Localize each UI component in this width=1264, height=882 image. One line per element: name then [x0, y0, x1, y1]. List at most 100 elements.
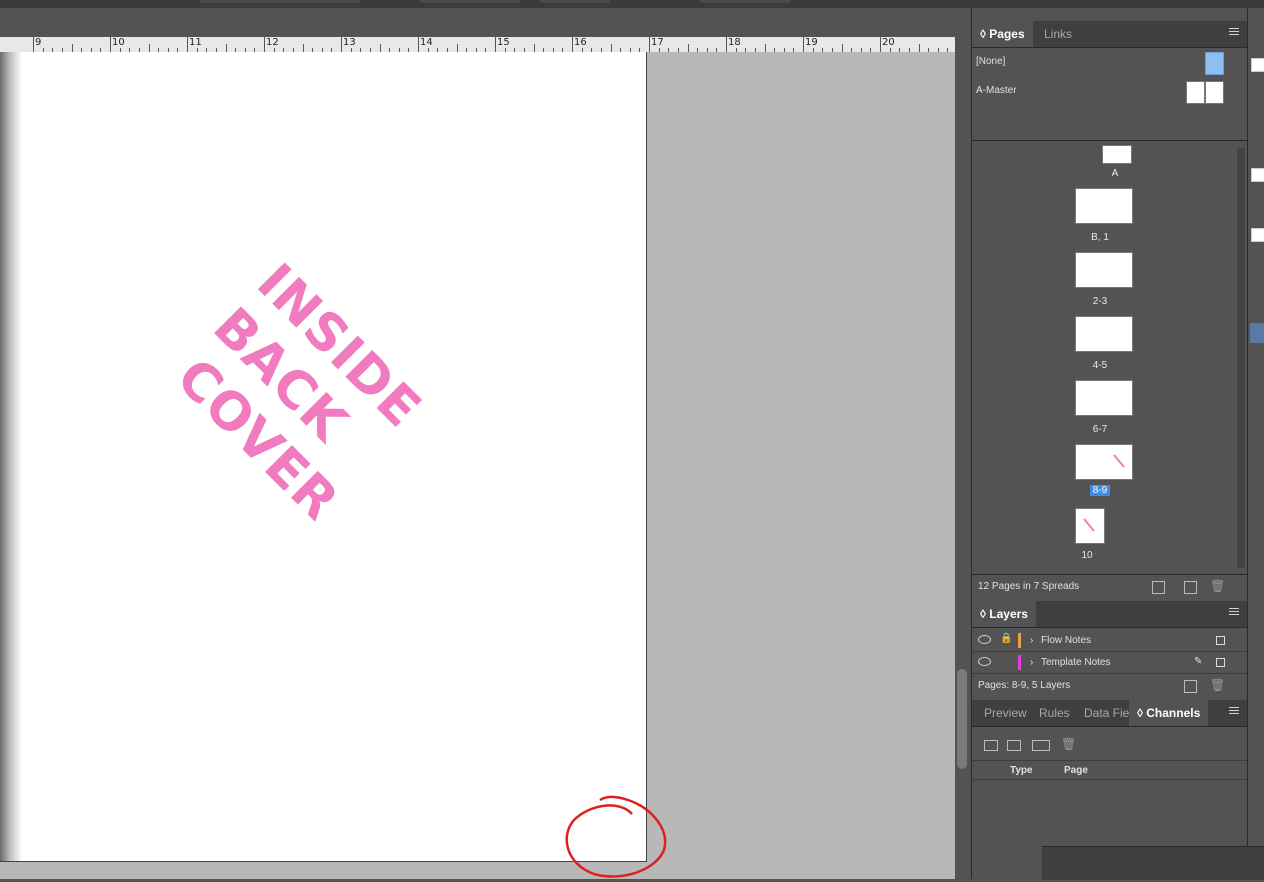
delete-channel-icon[interactable]: 🗑 — [1061, 737, 1076, 751]
ruler-major-tick — [649, 37, 650, 52]
channels-panel-tabs: Preview Rules Data Fie ◊ Channels — [972, 700, 1247, 727]
channels-divider — [972, 760, 1247, 761]
layers-panel-tabs: ◊ Layers — [972, 601, 1247, 628]
text-channel-icon[interactable] — [984, 740, 998, 751]
column-page[interactable]: Page — [1064, 765, 1088, 776]
document-page[interactable]: INSIDE BACK COVER — [0, 52, 647, 862]
pencil-icon: ✎ — [1194, 656, 1203, 667]
edit-page-size-icon[interactable] — [1152, 581, 1165, 594]
pages-scrollbar[interactable] — [1237, 148, 1245, 568]
ruler-minor-tick — [225, 44, 227, 52]
panels-dock: ◊ Pages Links [None] A-Master A B, 1 2-3… — [971, 8, 1247, 879]
layers-status: Pages: 8-9, 5 Layers — [978, 680, 1071, 691]
lock-icon[interactable]: 🔒 — [1000, 633, 1012, 644]
ruler-minor-tick — [841, 44, 843, 52]
tab-channels[interactable]: ◊ Channels — [1129, 700, 1209, 726]
collapsed-panel-group[interactable] — [1042, 846, 1264, 880]
ruler-minor-tick — [148, 44, 150, 52]
spread-thumb-b1[interactable] — [1075, 188, 1133, 224]
ruler-major-tick — [803, 37, 804, 52]
selected-item-highlight[interactable] — [1250, 323, 1264, 343]
new-layer-icon[interactable] — [1184, 680, 1197, 693]
delete-layer-icon[interactable]: 🗑 — [1210, 678, 1225, 692]
ruler-major-tick — [726, 37, 727, 52]
spread-thumb-8-9[interactable] — [1075, 444, 1133, 480]
ruler-minor-tick — [379, 44, 381, 52]
control-strip — [0, 8, 970, 37]
stroke-swatch-icon[interactable] — [1251, 58, 1264, 72]
master-none-label[interactable]: [None] — [976, 56, 1005, 67]
panel-menu-icon[interactable] — [1229, 28, 1239, 38]
toolbar-segment — [540, 0, 610, 3]
layer-target-square[interactable] — [1216, 658, 1225, 667]
secondary-panel-strip — [1247, 8, 1264, 879]
channels-menu-icon[interactable] — [1229, 707, 1239, 717]
master-a-thumbnail-right[interactable] — [1205, 81, 1224, 104]
spread-label-6-7: 6-7 — [1092, 424, 1108, 435]
ruler-label: 10 — [112, 37, 125, 48]
ruler-label: 12 — [266, 37, 279, 48]
pasteboard[interactable]: INSIDE BACK COVER — [0, 52, 955, 879]
spread-label-10: 10 — [1081, 550, 1093, 561]
ruler-label: 14 — [420, 37, 433, 48]
horizontal-ruler[interactable]: 9 10 11 12 13 14 15 16 17 18 19 20 — [0, 37, 955, 53]
layer-name[interactable]: Template Notes — [1041, 657, 1110, 668]
spread-label-b1: B, 1 — [1091, 232, 1109, 243]
spread-label-8-9[interactable]: 8-9 — [1070, 485, 1130, 496]
layer-row-template-notes[interactable]: › Template Notes ✎ — [972, 652, 1247, 674]
ruler-label: 16 — [574, 37, 587, 48]
toolbar-segment — [420, 0, 520, 3]
spread-thumb-6-7[interactable] — [1075, 380, 1133, 416]
ruler-label: 9 — [35, 37, 42, 48]
pages-divider[interactable] — [972, 140, 1247, 141]
expand-chevron-icon[interactable]: › — [1030, 657, 1033, 668]
ruler-major-tick — [572, 37, 573, 52]
scrollbar-thumb[interactable] — [957, 669, 967, 769]
master-none-thumbnail[interactable] — [1205, 52, 1224, 75]
ruler-major-tick — [187, 37, 188, 52]
layer-row-flow-notes[interactable]: 🔒 › Flow Notes — [972, 630, 1247, 652]
spread-label-a: A — [1111, 168, 1119, 179]
ruler-major-tick — [495, 37, 496, 52]
fill-swatch-icon[interactable] — [1251, 168, 1264, 182]
tab-layers[interactable]: ◊ Layers — [972, 601, 1036, 627]
ruler-label: 19 — [805, 37, 818, 48]
remove-channel-icon[interactable] — [1032, 740, 1050, 751]
layer-color-swatch — [1018, 655, 1021, 670]
swatch-icon[interactable] — [1251, 228, 1264, 242]
pages-status: 12 Pages in 7 Spreads — [978, 581, 1080, 592]
ruler-major-tick — [33, 37, 34, 52]
new-page-icon[interactable] — [1184, 581, 1197, 594]
expand-chevron-icon[interactable]: › — [1030, 635, 1033, 646]
layers-menu-icon[interactable] — [1229, 608, 1239, 618]
tab-preview[interactable]: Preview — [976, 700, 1035, 726]
eye-icon[interactable] — [978, 635, 991, 644]
tab-pages[interactable]: ◊ Pages — [972, 21, 1033, 47]
eye-icon[interactable] — [978, 657, 991, 666]
master-a-label[interactable]: A-Master — [976, 85, 1017, 96]
channels-header-divider — [972, 779, 1247, 780]
tab-links[interactable]: Links — [1036, 21, 1080, 47]
layer-target-square[interactable] — [1216, 636, 1225, 645]
ruler-minor-tick — [687, 44, 689, 52]
spread-label-4-5: 4-5 — [1092, 360, 1108, 371]
tab-rules[interactable]: Rules — [1031, 700, 1078, 726]
pages-panel-tabs: ◊ Pages Links — [972, 21, 1247, 48]
email-channel-icon[interactable] — [1007, 740, 1021, 751]
spread-thumb-4-5[interactable] — [1075, 316, 1133, 352]
vertical-scrollbar[interactable] — [955, 37, 970, 879]
delete-page-icon[interactable]: 🗑 — [1210, 579, 1225, 593]
column-type[interactable]: Type — [1010, 765, 1033, 776]
ruler-minor-tick — [71, 44, 73, 52]
ruler-label: 15 — [497, 37, 510, 48]
spread-thumb-a[interactable] — [1102, 145, 1132, 164]
spread-thumb-10[interactable] — [1075, 508, 1105, 544]
spread-thumb-2-3[interactable] — [1075, 252, 1133, 288]
ruler-major-tick — [264, 37, 265, 52]
page-watermark[interactable]: INSIDE BACK COVER — [157, 252, 543, 638]
ruler-major-tick — [880, 37, 881, 52]
spread-label-2-3: 2-3 — [1092, 296, 1108, 307]
ruler-major-tick — [418, 37, 419, 52]
layer-name[interactable]: Flow Notes — [1041, 635, 1091, 646]
master-a-thumbnail-left[interactable] — [1186, 81, 1205, 104]
